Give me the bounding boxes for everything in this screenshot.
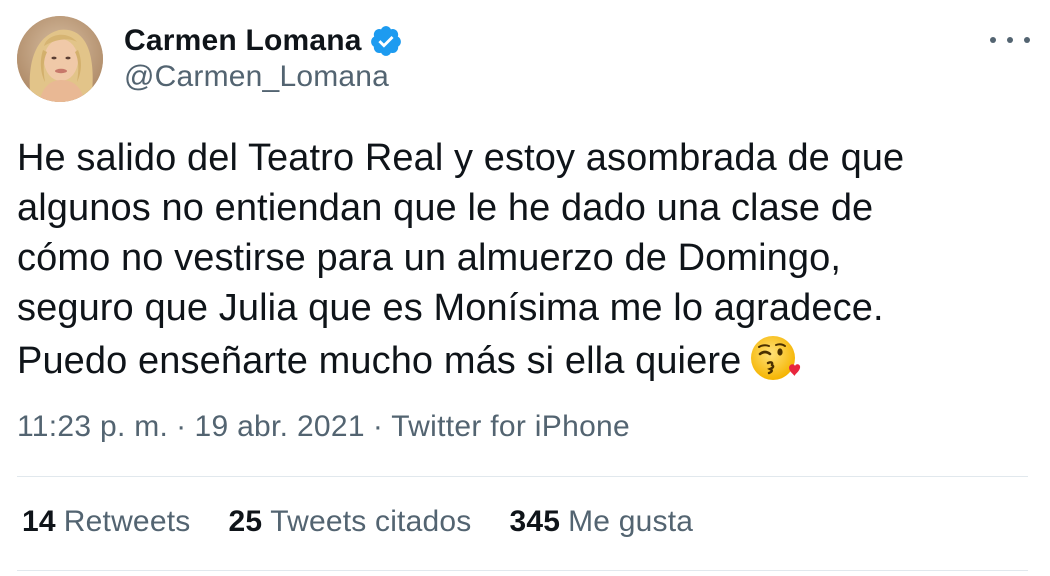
- tweet-source[interactable]: Twitter for iPhone: [391, 410, 630, 443]
- divider: [17, 570, 1028, 571]
- author-handle[interactable]: @Carmen_Lomana: [124, 60, 389, 94]
- verified-badge-icon: [370, 26, 401, 56]
- quotes-label: Tweets citados: [270, 505, 472, 538]
- tweet-meta: 11:23 p. m. · 19 abr. 2021 · Twitter for iPh…: [17, 410, 630, 444]
- quotes-stat[interactable]: 25 Tweets citados: [228, 505, 471, 539]
- more-dot: [1007, 37, 1013, 43]
- likes-stat[interactable]: 345 Me gusta: [509, 505, 693, 539]
- divider: [17, 476, 1028, 477]
- tweet-text-line: Puedo enseñarte mucho más si ella quiere: [17, 340, 742, 382]
- tweet-text-line-last: Puedo enseñarte mucho más si ella quiere: [17, 333, 1037, 386]
- meta-separator: ·: [176, 410, 187, 443]
- avatar-photo: [17, 16, 103, 102]
- avatar[interactable]: [17, 16, 103, 102]
- retweets-count: 14: [22, 505, 56, 538]
- more-dot: [990, 37, 996, 43]
- likes-label: Me gusta: [568, 505, 694, 538]
- more-options-icon[interactable]: [990, 28, 1030, 52]
- tweet-text-line: seguro que Julia que es Monísima me lo a…: [17, 287, 884, 329]
- tweet-text-line: algunos no entiendan que le he dado una …: [17, 187, 874, 229]
- more-dot: [1024, 37, 1030, 43]
- meta-separator: ·: [372, 410, 384, 443]
- author-name-row[interactable]: Carmen Lomana: [124, 21, 403, 61]
- retweets-label: Retweets: [63, 505, 191, 538]
- quotes-count: 25: [228, 505, 263, 538]
- retweets-stat[interactable]: 14 Retweets: [22, 505, 190, 539]
- tweet-text-line: cómo no vestirse para un almuerzo de Dom…: [17, 237, 842, 279]
- tweet-time[interactable]: 11:23 p. m.: [17, 410, 168, 443]
- likes-count: 345: [509, 505, 561, 538]
- tweet-card: Carmen Lomana @Carmen_Lomana He salido d…: [0, 0, 1050, 576]
- tweet-stats: 14 Retweets 25 Tweets citados 345 Me gusta: [22, 505, 731, 539]
- face-blowing-kiss-icon: [751, 336, 801, 380]
- tweet-date[interactable]: 19 abr. 2021: [194, 410, 364, 443]
- author-name[interactable]: Carmen Lomana: [124, 24, 362, 58]
- tweet-text: He salido del Teatro Real y estoy asombr…: [17, 133, 1037, 386]
- tweet-text-line: He salido del Teatro Real y estoy asombr…: [17, 137, 905, 179]
